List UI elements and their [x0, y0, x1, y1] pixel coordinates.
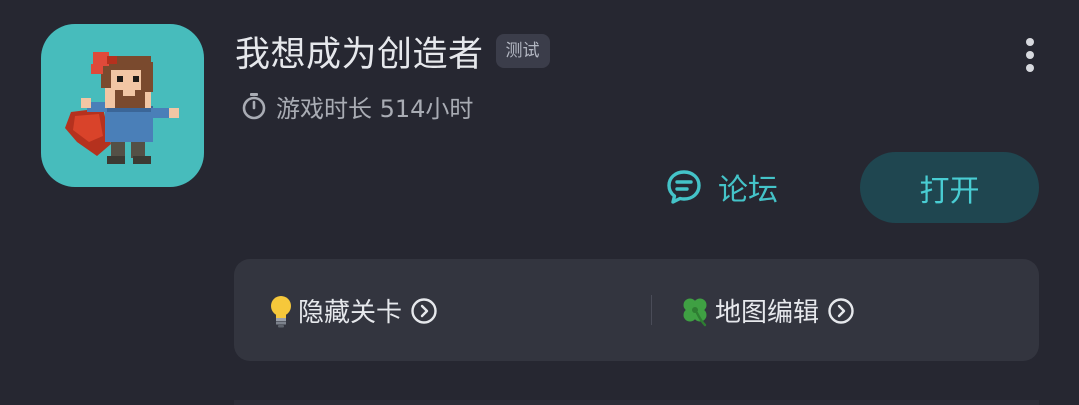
- game-card: 我想成为创造者 测试 游戏时长 514小时 论坛 打开 隐藏关卡 地图编辑: [0, 0, 1079, 405]
- more-vertical-icon: [1026, 38, 1034, 46]
- chat-bubble-icon: [667, 170, 701, 204]
- test-badge: 测试: [495, 34, 550, 68]
- feature-panel: 隐藏关卡 地图编辑: [234, 259, 1039, 361]
- hidden-levels-label: 隐藏关卡: [298, 298, 403, 328]
- open-button[interactable]: 打开: [860, 152, 1039, 223]
- map-editor-label: 地图编辑: [715, 298, 820, 328]
- title-row: 我想成为创造者 测试: [235, 26, 550, 76]
- map-editor-link[interactable]: 地图编辑: [679, 292, 855, 329]
- forum-button[interactable]: 论坛: [664, 160, 778, 214]
- circle-chevron-right-icon: [410, 297, 438, 325]
- forum-label: 论坛: [718, 173, 778, 208]
- feature-divider: [651, 295, 652, 325]
- clover-icon: [679, 295, 711, 327]
- stopwatch-icon: [242, 93, 266, 120]
- hidden-levels-link[interactable]: 隐藏关卡: [268, 292, 438, 329]
- circle-chevron-right-icon: [827, 297, 855, 325]
- game-title: 我想成为创造者: [235, 34, 484, 75]
- playtime-row: 游戏时长 514小时: [240, 88, 473, 124]
- open-label: 打开: [919, 173, 980, 209]
- playtime-text: 游戏时长 514小时: [276, 94, 474, 123]
- lightbulb-icon: [268, 294, 294, 328]
- more-options-button[interactable]: [1016, 38, 1044, 72]
- game-app-icon[interactable]: [41, 24, 204, 187]
- pixel-hero-icon: [65, 52, 179, 164]
- bottom-edge: [234, 400, 1039, 405]
